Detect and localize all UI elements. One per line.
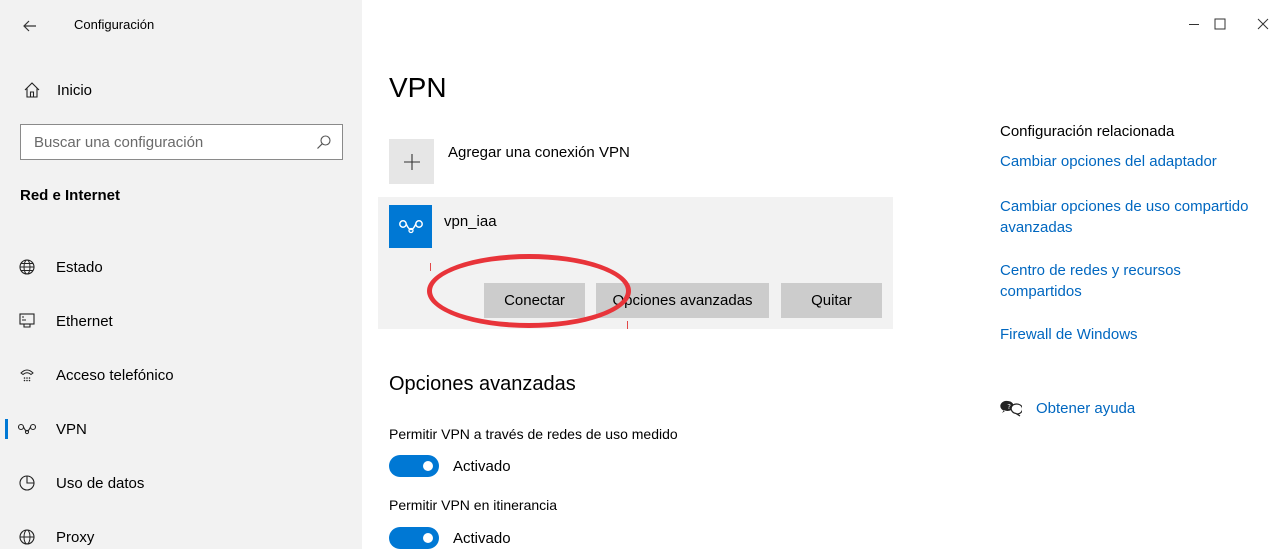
globe-status-icon [0,258,56,276]
maximize-icon [1214,18,1226,30]
back-button[interactable] [18,14,42,38]
sidebar-item-label: VPN [56,420,87,438]
get-help-label: Obtener ayuda [1036,399,1136,417]
sidebar-item-ethernet[interactable]: Ethernet [0,294,362,348]
section-title: Red e Internet [20,187,121,204]
back-arrow-icon [23,20,36,32]
sidebar-nav: Estado Ethernet Acceso telefónico VPN Us… [0,240,362,549]
add-icon [389,139,434,184]
sidebar-item-dial-up[interactable]: Acceso telefónico [0,348,362,402]
page-title: VPN [389,72,447,103]
sidebar-item-label: Estado [56,258,103,276]
metered-network-label: Permitir VPN a través de redes de uso me… [389,426,678,442]
sidebar-item-proxy[interactable]: Proxy [0,510,362,549]
home-icon [0,81,56,99]
remove-button[interactable]: Quitar [781,283,882,318]
sidebar-item-estado[interactable]: Estado [0,240,362,294]
get-help-link[interactable]: ? Obtener ayuda [1000,399,1135,417]
sidebar-item-vpn[interactable]: VPN [0,402,362,456]
roaming-toggle[interactable] [389,527,439,549]
home-label: Inicio [57,81,93,99]
sidebar-item-data-usage[interactable]: Uso de datos [0,456,362,510]
search-icon[interactable] [316,134,332,150]
ethernet-icon [0,312,56,330]
adapter-options-link[interactable]: Cambiar opciones del adaptador [1000,151,1280,172]
related-settings-title: Configuración relacionada [1000,123,1175,140]
sidebar: Configuración Inicio Red e Internet Esta… [0,0,362,549]
search-input[interactable] [34,133,316,151]
data-usage-icon [0,474,56,492]
vpn-connection-name: vpn_iaa [444,213,497,230]
metered-network-toggle-row[interactable]: Activado [389,455,511,477]
sidebar-item-label: Acceso telefónico [56,366,174,384]
dial-up-icon [0,366,56,384]
toggle-state-text: Activado [453,529,511,547]
roaming-label: Permitir VPN en itinerancia [389,497,558,513]
metered-network-toggle[interactable] [389,455,439,477]
annotation-tick [430,263,431,271]
sidebar-item-label: Ethernet [56,312,113,330]
add-vpn-connection[interactable]: Agregar una conexión VPN [389,139,630,184]
sidebar-item-label: Uso de datos [56,474,145,492]
sidebar-item-label: Proxy [56,528,95,546]
toggle-state-text: Activado [453,457,511,475]
globe-icon [0,528,56,546]
svg-text:?: ? [1007,403,1011,411]
add-vpn-label: Agregar una conexión VPN [448,144,630,161]
sidebar-item-home[interactable]: Inicio [0,72,362,108]
highlight-annotation [427,254,631,328]
search-box[interactable] [20,124,343,160]
app-title: Configuración [74,17,155,32]
maximize-button[interactable] [1197,8,1243,40]
close-button[interactable] [1240,8,1286,40]
firewall-link[interactable]: Firewall de Windows [1000,324,1280,345]
network-center-link[interactable]: Centro de redes y recursos compartidos [1000,260,1240,302]
vpn-icon [0,422,56,436]
roaming-toggle-row[interactable]: Activado [389,527,511,549]
annotation-tick [627,321,628,329]
advanced-sharing-link[interactable]: Cambiar opciones de uso compartido avanz… [1000,196,1280,238]
close-icon [1257,18,1269,30]
vpn-connection-icon [389,205,432,248]
help-chat-icon: ? [1000,400,1022,417]
advanced-options-title: Opciones avanzadas [389,373,576,395]
